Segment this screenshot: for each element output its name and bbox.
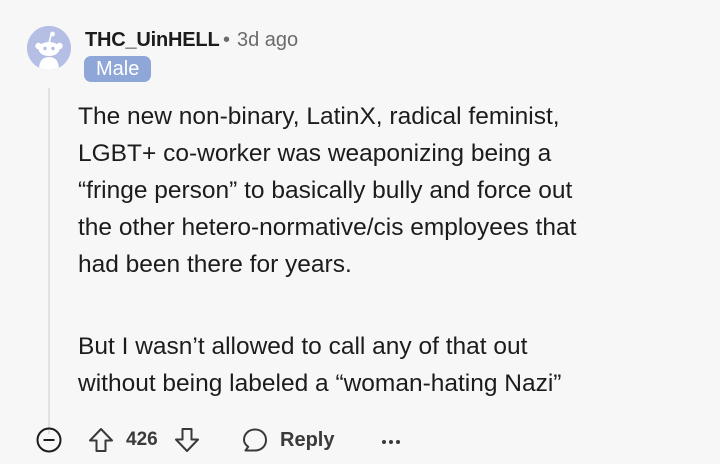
comment-action-bar: 426 Reply	[35, 424, 415, 456]
thread-collapse-line[interactable]	[48, 88, 50, 434]
comment-line: The new non-binary, LatinX, radical femi…	[78, 103, 560, 130]
comment-line: “fringe person” to basically bully and f…	[78, 177, 573, 204]
comment-author[interactable]: THC_UinHELL	[85, 28, 220, 52]
more-options-button[interactable]	[379, 424, 403, 456]
upvote-arrow-icon	[89, 428, 113, 452]
downvote-arrow-icon	[175, 428, 199, 452]
upvote-button[interactable]	[87, 424, 115, 456]
comment-paragraph: The new non-binary, LatinX, radical femi…	[78, 98, 708, 283]
reply-label: Reply	[280, 428, 335, 451]
comment-timestamp: 3d ago	[237, 29, 299, 51]
meta-separator: •	[223, 29, 231, 51]
snoo-avatar-icon	[27, 26, 71, 70]
comment-line: without being labeled a “woman-hating Na…	[78, 370, 562, 397]
comment-line: the other hetero-normative/cis employees…	[78, 214, 577, 241]
comment-line: LGBT+ co-worker was weaponizing being a	[78, 140, 552, 167]
collapse-button[interactable]	[35, 424, 63, 456]
user-flair-badge: Male	[84, 56, 152, 82]
vote-score: 426	[126, 429, 158, 450]
collapse-minus-icon	[36, 427, 62, 453]
comment-paragraph: But I wasn’t allowed to call any of that…	[78, 328, 708, 402]
downvote-button[interactable]	[173, 424, 201, 456]
comment-line: But I wasn’t allowed to call any of that…	[78, 333, 528, 360]
reply-button[interactable]: Reply	[241, 424, 334, 456]
more-options-icon	[382, 440, 400, 444]
avatar[interactable]	[27, 26, 71, 70]
comment-line: had been there for years.	[78, 251, 352, 278]
speech-bubble-icon	[243, 428, 267, 452]
